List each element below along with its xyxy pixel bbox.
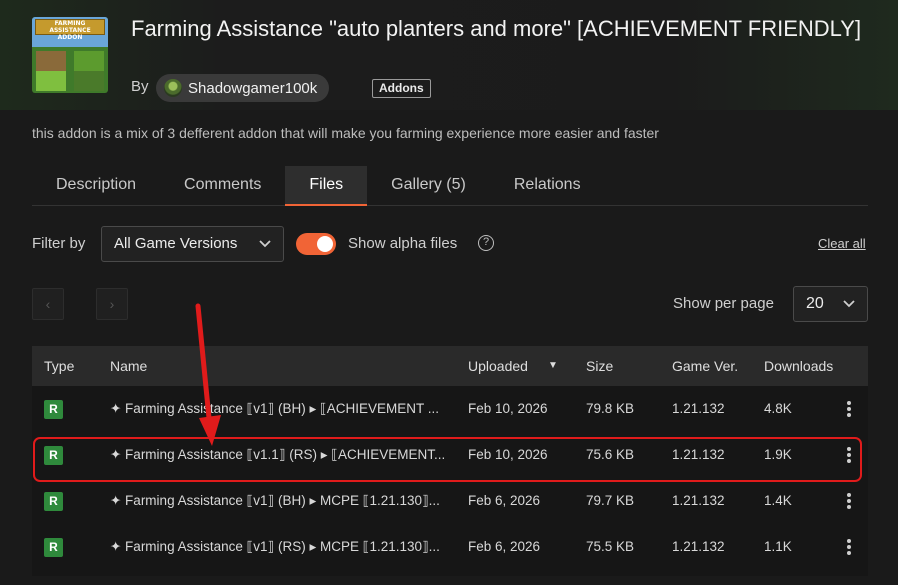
column-size: Size (586, 358, 614, 374)
uploaded-date: Feb 6, 2026 (468, 493, 541, 508)
project-thumbnail[interactable]: FARMING ASSISTANCE ADDON (32, 17, 108, 93)
sort-desc-icon[interactable]: ▼ (548, 346, 558, 386)
author-link[interactable]: Shadowgamer100k (156, 74, 330, 102)
help-icon[interactable]: ? (478, 235, 494, 251)
project-title: Farming Assistance "auto planters and mo… (131, 16, 862, 41)
more-options-icon[interactable] (842, 445, 856, 465)
game-version-select[interactable]: All Game Versions (101, 226, 284, 262)
file-size: 75.5 KB (586, 539, 635, 554)
table-row[interactable]: R ✦ Farming Assistance ⟦v1⟧ (BH) ▸ MCPE … (32, 478, 868, 524)
file-size: 79.7 KB (586, 493, 635, 508)
project-summary: this addon is a mix of 3 defferent addon… (32, 125, 659, 141)
column-game-ver: Game Ver. (672, 358, 739, 374)
by-label: By (131, 78, 149, 95)
per-page-value: 20 (806, 295, 824, 312)
release-badge: R (44, 446, 63, 465)
more-options-icon[interactable] (842, 537, 856, 557)
table-row[interactable]: R ✦ Farming Assistance ⟦v1⟧ (RS) ▸ MCPE … (32, 524, 868, 570)
game-version: 1.21.132 (672, 401, 725, 416)
per-page-select[interactable]: 20 (793, 286, 868, 322)
show-alpha-label: Show alpha files (348, 235, 458, 252)
thumbnail-banner: FARMING ASSISTANCE ADDON (35, 19, 105, 41)
filter-by-label: Filter by (32, 235, 86, 252)
more-options-icon[interactable] (842, 491, 856, 511)
game-version: 1.21.132 (672, 539, 725, 554)
uploaded-date: Feb 10, 2026 (468, 447, 548, 462)
column-type: Type (44, 358, 75, 374)
release-badge: R (44, 400, 63, 419)
release-badge: R (44, 538, 63, 557)
download-count: 4.8K (764, 401, 792, 416)
download-count: 1.4K (764, 493, 792, 508)
file-size: 75.6 KB (586, 447, 635, 462)
prev-page-button[interactable]: ‹ (32, 288, 64, 320)
project-tabs: Description Comments Files Gallery (5) R… (32, 166, 868, 206)
clear-all-link[interactable]: Clear all (818, 236, 866, 251)
column-name: Name (110, 358, 148, 374)
download-count: 1.9K (764, 447, 792, 462)
tab-description[interactable]: Description (32, 166, 160, 206)
tab-comments[interactable]: Comments (160, 166, 285, 206)
file-name-link[interactable]: ✦ Farming Assistance ⟦v1⟧ (BH) ▸ ⟦ACHIEV… (110, 386, 460, 432)
uploaded-date: Feb 6, 2026 (468, 539, 541, 554)
uploaded-date: Feb 10, 2026 (468, 401, 548, 416)
chevron-down-icon (259, 227, 271, 273)
game-version: 1.21.132 (672, 493, 725, 508)
file-name-link[interactable]: ✦ Farming Assistance ⟦v1.1⟧ (RS) ▸ ⟦ACHI… (110, 432, 460, 478)
table-header: Type Name Uploaded ▼ Size Game Ver. Down… (32, 346, 868, 386)
show-per-page-label: Show per page (673, 295, 774, 312)
files-table: Type Name Uploaded ▼ Size Game Ver. Down… (32, 346, 868, 576)
author-name: Shadowgamer100k (188, 79, 318, 97)
table-row[interactable]: R ✦ Farming Assistance ⟦v1.1⟧ (RS) ▸ ⟦AC… (32, 432, 868, 478)
game-version-value: All Game Versions (114, 235, 238, 252)
tab-relations[interactable]: Relations (490, 166, 605, 206)
tab-files[interactable]: Files (285, 166, 368, 206)
more-options-icon[interactable] (842, 399, 856, 419)
category-tag[interactable]: Addons (372, 79, 431, 98)
download-count: 1.1K (764, 539, 792, 554)
show-alpha-toggle[interactable] (296, 233, 336, 255)
column-downloads: Downloads (764, 358, 834, 374)
game-version: 1.21.132 (672, 447, 725, 462)
file-name-link[interactable]: ✦ Farming Assistance ⟦v1⟧ (RS) ▸ MCPE ⟦1… (110, 524, 460, 570)
next-page-button[interactable]: › (96, 288, 128, 320)
chevron-down-icon (843, 287, 855, 333)
author-avatar-icon (164, 79, 182, 97)
file-size: 79.8 KB (586, 401, 635, 416)
release-badge: R (44, 492, 63, 511)
column-uploaded[interactable]: Uploaded (468, 346, 528, 386)
toggle-knob (317, 236, 333, 252)
tab-gallery[interactable]: Gallery (5) (367, 166, 490, 206)
file-name-link[interactable]: ✦ Farming Assistance ⟦v1⟧ (BH) ▸ MCPE ⟦1… (110, 478, 460, 524)
table-row[interactable]: R ✦ Farming Assistance ⟦v1⟧ (BH) ▸ ⟦ACHI… (32, 386, 868, 432)
